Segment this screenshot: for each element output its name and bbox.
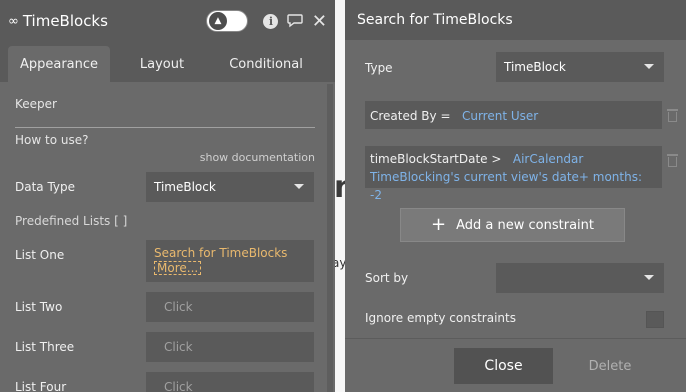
how-to-use-label: How to use? [15, 133, 89, 147]
keeper-label: Keeper [15, 97, 57, 111]
info-icon-button[interactable]: i [262, 12, 280, 30]
editor-tabs: Appearance Layout Conditional [0, 42, 335, 82]
section-divider [15, 127, 315, 128]
chevron-down-icon [644, 275, 654, 280]
plus-icon: + [431, 214, 447, 235]
list-one-field[interactable]: Search for TimeBlocks More... [146, 240, 314, 282]
info-icon: i [263, 13, 279, 29]
infinity-icon: ∞ [8, 13, 19, 29]
add-constraint-button[interactable]: + Add a new constraint [400, 208, 625, 242]
chevron-down-icon [294, 184, 304, 189]
predefined-lists-label: Predefined Lists [ ] [15, 214, 128, 228]
list-two-field[interactable]: Click [146, 292, 314, 322]
more-link[interactable]: More... [154, 261, 202, 275]
trash-icon[interactable] [667, 109, 678, 122]
list-four-field[interactable]: Click [146, 372, 314, 392]
ignore-empty-checkbox[interactable] [646, 311, 664, 328]
close-icon[interactable]: ✕ [312, 11, 327, 32]
list-one-expression[interactable]: Search for TimeBlocks [154, 246, 306, 260]
trash-icon[interactable] [667, 154, 678, 167]
search-editor-panel: Search for TimeBlocks Type TimeBlock Cre… [345, 0, 686, 392]
list-four-label: List Four [15, 380, 67, 392]
comment-icon [287, 14, 303, 28]
tab-appearance[interactable]: Appearance [8, 46, 110, 82]
data-type-value: TimeBlock [154, 180, 216, 194]
property-editor-header: ∞ TimeBlocks ▲ i ✕ [0, 0, 335, 42]
flask-icon: ▲ [208, 12, 227, 30]
list-one-label: List One [15, 248, 65, 262]
constraint-key: timeBlockStartDate > [370, 152, 502, 166]
constraint-row[interactable]: Created By = Current User [365, 101, 662, 129]
list-three-label: List Three [15, 340, 75, 354]
constraint-row[interactable]: timeBlockStartDate > AirCalendar TimeBlo… [365, 146, 662, 202]
chevron-down-icon [644, 64, 654, 69]
sort-by-label: Sort by [365, 271, 409, 285]
type-value: TimeBlock [504, 60, 566, 74]
scrollbar-track[interactable] [327, 84, 333, 392]
list-two-label: List Two [15, 300, 63, 314]
tab-layout[interactable]: Layout [110, 46, 214, 82]
sort-by-dropdown[interactable] [496, 263, 664, 293]
list-three-field[interactable]: Click [146, 332, 314, 362]
element-title[interactable]: TimeBlocks [23, 12, 206, 30]
data-type-dropdown[interactable]: TimeBlock [146, 172, 314, 202]
constraint-key: Created By = [370, 109, 451, 123]
add-constraint-label: Add a new constraint [456, 217, 594, 233]
tab-conditional[interactable]: Conditional [214, 46, 318, 82]
type-dropdown[interactable]: TimeBlock [496, 52, 664, 82]
inspector-toggle[interactable]: ▲ [205, 10, 248, 32]
constraint-value[interactable]: Current User [462, 109, 538, 123]
type-label: Type [365, 61, 393, 75]
comment-icon-button[interactable] [286, 12, 304, 30]
show-documentation-link[interactable]: show documentation [200, 151, 315, 164]
search-panel-title: Search for TimeBlocks [345, 0, 686, 40]
delete-button[interactable]: Delete [585, 348, 635, 384]
ignore-empty-label: Ignore empty constraints [365, 311, 516, 325]
data-type-label: Data Type [15, 180, 76, 194]
footer-divider [345, 338, 686, 339]
property-editor-panel: ∞ TimeBlocks ▲ i ✕ Appearance Layout Con… [0, 0, 335, 392]
close-button[interactable]: Close [454, 348, 553, 384]
